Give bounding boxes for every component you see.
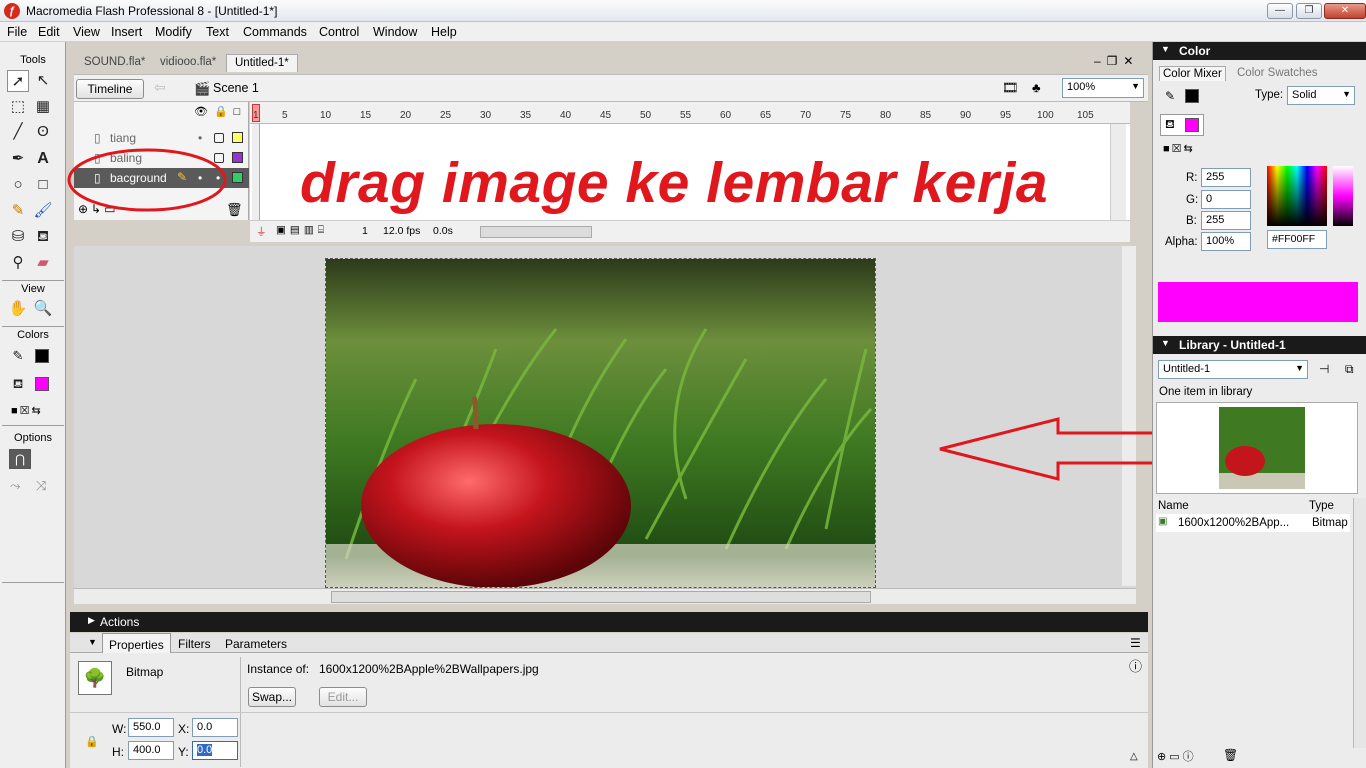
alpha-label: Alpha: [1165,236,1198,248]
actions-label: Actions [100,615,140,629]
instance-of-value: 1600x1200%2BApple%2BWallpapers.jpg [319,662,539,676]
collapse-arrow-icon[interactable]: ▼ [1161,44,1170,54]
right-panels: ▼ Color Color Mixer Color Swatches ✎ Typ… [1152,42,1366,768]
properties-tabs: ▼ Properties Filters Parameters ☰ [70,633,1148,653]
y-value-selected: 0.0 [197,744,213,756]
b-label: B: [1186,215,1197,227]
library-preview [1156,402,1358,494]
y-label: Y: [178,745,189,759]
stroke-pencil-icon: ✎ [1165,89,1176,103]
chevron-down-icon: ▼ [1295,363,1304,373]
bitmap-item-icon: ▣ [1158,516,1168,527]
expand-arrow-icon[interactable]: ▶ [88,615,95,626]
new-library-icon[interactable]: ⧉ [1345,362,1354,377]
library-doc-select[interactable]: Untitled-1 ▼ [1158,360,1308,379]
r-label: R: [1186,172,1198,184]
r-field[interactable]: 255 [1201,168,1251,187]
library-trash-icon[interactable]: 🗑 [1223,748,1238,762]
library-bottom-icons[interactable]: ⊕▭ⓘ [1157,748,1197,764]
tab-filters[interactable]: Filters [178,637,211,651]
library-panel-header[interactable]: ▼ Library - Untitled-1 [1153,336,1366,354]
chevron-down-icon: ▼ [1342,89,1351,99]
library-item-name: 1600x1200%2BApp... [1178,517,1290,529]
tab-properties[interactable]: Properties [102,633,171,653]
lock-proportions-icon[interactable]: 🔒 [85,735,99,748]
col-type-header[interactable]: Type [1309,500,1334,512]
w-label: W: [112,722,127,736]
panel-options-icon[interactable]: ☰ [1130,636,1141,650]
library-item-type: Bitmap [1312,517,1348,529]
pin-library-icon[interactable]: ⊣ [1319,362,1329,376]
properties-panel: 🌳 Bitmap Instance of: 1600x1200%2BApple%… [70,653,1148,768]
library-item-row[interactable]: ▣ 1600x1200%2BApp... Bitmap [1156,514,1350,532]
collapse-arrow-icon[interactable]: ▼ [88,637,97,647]
color-spectrum[interactable] [1267,166,1327,226]
h-label: H: [112,745,124,759]
expand-props-icon[interactable]: △ [1130,751,1138,762]
edit-button[interactable]: Edit... [319,687,367,707]
library-vscroll[interactable] [1353,498,1366,748]
width-field[interactable]: 550.0 [128,718,174,737]
actions-panel-header[interactable]: ▶ Actions [70,612,1148,632]
hex-field[interactable]: #FF00FF [1267,230,1327,249]
mixer-stroke-swatch[interactable] [1185,89,1199,103]
instance-of-label: Instance of: [247,662,310,676]
tab-color-swatches[interactable]: Color Swatches [1237,67,1318,79]
drag-arrow [939,417,1178,481]
fill-type-select[interactable]: Solid ▼ [1287,86,1355,105]
g-field[interactable]: 0 [1201,190,1251,209]
library-thumbnail [1219,407,1305,489]
brightness-slider[interactable] [1333,166,1353,226]
fill-type-value: Solid [1292,89,1317,101]
layer-highlight-ellipse [67,148,227,212]
library-doc-value: Untitled-1 [1163,363,1211,375]
library-count: One item in library [1159,386,1253,398]
x-field[interactable]: 0.0 [192,718,238,737]
help-icon[interactable]: ⓘ [1129,656,1142,675]
props-hdivider [70,712,1148,713]
bitmap-icon: 🌳 [78,661,112,695]
color-panel-title: Color [1179,44,1211,58]
mixer-fill-swatch[interactable] [1185,118,1199,132]
collapse-arrow-icon[interactable]: ▼ [1161,338,1170,348]
col-name-header[interactable]: Name [1158,500,1189,512]
alpha-field[interactable]: 100% [1201,232,1251,251]
color-panel-header[interactable]: ▼ Color [1153,42,1366,60]
mixer-swap-icons[interactable]: ■☒⇆ [1163,142,1195,155]
tab-color-mixer[interactable]: Color Mixer [1159,66,1226,81]
b-field[interactable]: 255 [1201,211,1251,230]
g-label: G: [1186,194,1199,206]
symbol-type-label: Bitmap [126,665,164,679]
height-field[interactable]: 400.0 [128,741,174,760]
library-title: Library - Untitled-1 [1179,338,1286,352]
swap-button[interactable]: Swap... [248,687,296,707]
x-label: X: [178,722,190,736]
bucket-icon: ⛾ [1165,117,1175,131]
type-label: Type: [1255,89,1284,101]
tab-parameters[interactable]: Parameters [225,637,287,651]
color-preview [1158,282,1358,322]
y-field[interactable]: 0.0 [192,741,238,760]
